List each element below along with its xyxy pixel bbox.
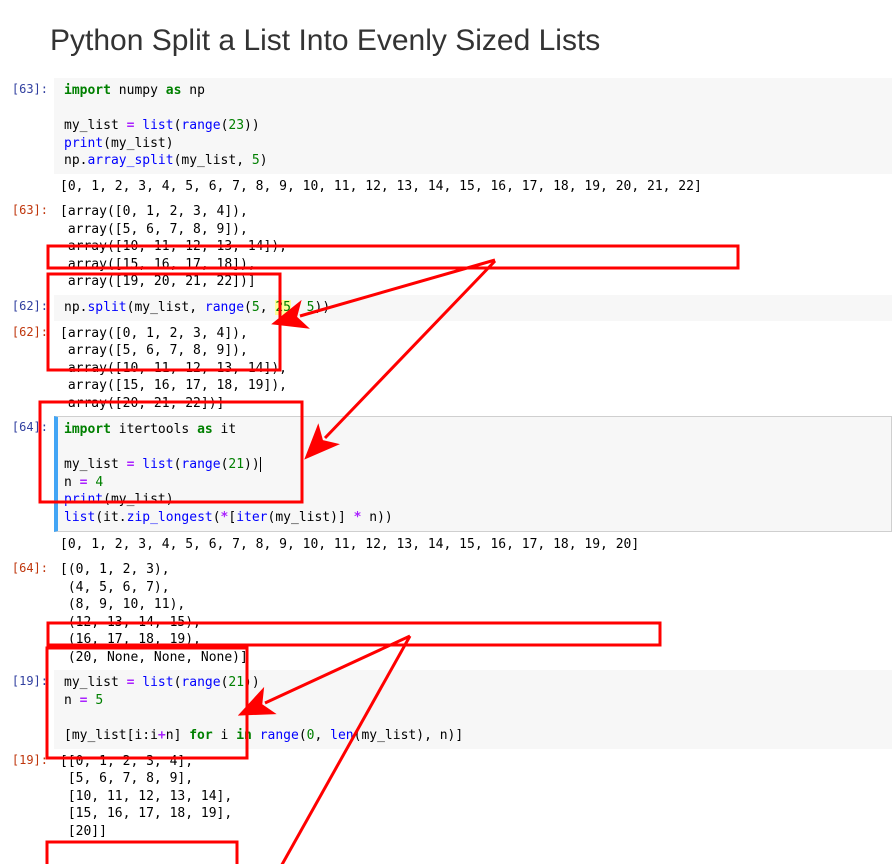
- page-title: Python Split a List Into Evenly Sized Li…: [50, 24, 892, 58]
- code-content[interactable]: np.split(my_list, range(5, 25, 5)): [64, 299, 886, 317]
- result-text: [[0, 1, 2, 3, 4], [5, 6, 7, 8, 9], [10, …: [60, 753, 886, 841]
- stdout-row: [0, 1, 2, 3, 4, 5, 6, 7, 8, 9, 10, 11, 1…: [0, 174, 892, 200]
- stdout-row: [0, 1, 2, 3, 4, 5, 6, 7, 8, 9, 10, 11, 1…: [0, 532, 892, 558]
- input-area[interactable]: my_list = list(range(21)) n = 5 [my_list…: [54, 670, 892, 748]
- input-prompt: [63]:: [0, 78, 54, 96]
- code-content[interactable]: import itertools as it my_list = list(ra…: [64, 421, 885, 526]
- output-prompt: [63]:: [0, 199, 54, 217]
- stdout-area: [0, 1, 2, 3, 4, 5, 6, 7, 8, 9, 10, 11, 1…: [54, 532, 892, 558]
- stdout-text: [0, 1, 2, 3, 4, 5, 6, 7, 8, 9, 10, 11, 1…: [60, 536, 886, 554]
- result-row: [64]: [(0, 1, 2, 3), (4, 5, 6, 7), (8, 9,…: [0, 557, 892, 670]
- result-text: [array([0, 1, 2, 3, 4]), array([5, 6, 7,…: [60, 203, 886, 291]
- output-prompt: [62]:: [0, 321, 54, 339]
- input-prompt: [64]:: [0, 416, 54, 434]
- output-prompt: [19]:: [0, 749, 54, 767]
- input-area[interactable]: import numpy as np my_list = list(range(…: [54, 78, 892, 174]
- result-row: [19]: [[0, 1, 2, 3, 4], [5, 6, 7, 8, 9], …: [0, 749, 892, 845]
- annotation-box: [47, 842, 237, 864]
- input-area[interactable]: np.split(my_list, range(5, 25, 5)): [54, 295, 892, 321]
- code-cell[interactable]: [19]: my_list = list(range(21)) n = 5 [my…: [0, 670, 892, 748]
- result-text: [(0, 1, 2, 3), (4, 5, 6, 7), (8, 9, 10, …: [60, 561, 886, 666]
- notebook: [63]: import numpy as np my_list = list(r…: [0, 78, 892, 844]
- code-cell[interactable]: [64]: import itertools as it my_list = li…: [0, 416, 892, 531]
- result-area: [[0, 1, 2, 3, 4], [5, 6, 7, 8, 9], [10, …: [54, 749, 892, 845]
- input-prompt: [19]:: [0, 670, 54, 688]
- result-area: [(0, 1, 2, 3), (4, 5, 6, 7), (8, 9, 10, …: [54, 557, 892, 670]
- code-cell[interactable]: [63]: import numpy as np my_list = list(r…: [0, 78, 892, 174]
- code-content[interactable]: import numpy as np my_list = list(range(…: [64, 82, 886, 170]
- code-content[interactable]: my_list = list(range(21)) n = 5 [my_list…: [64, 674, 886, 744]
- stdout-area: [0, 1, 2, 3, 4, 5, 6, 7, 8, 9, 10, 11, 1…: [54, 174, 892, 200]
- result-area: [array([0, 1, 2, 3, 4]), array([5, 6, 7,…: [54, 199, 892, 295]
- result-text: [array([0, 1, 2, 3, 4]), array([5, 6, 7,…: [60, 325, 886, 413]
- result-row: [63]: [array([0, 1, 2, 3, 4]), array([5, …: [0, 199, 892, 295]
- result-area: [array([0, 1, 2, 3, 4]), array([5, 6, 7,…: [54, 321, 892, 417]
- result-row: [62]: [array([0, 1, 2, 3, 4]), array([5, …: [0, 321, 892, 417]
- input-prompt: [62]:: [0, 295, 54, 313]
- input-area[interactable]: import itertools as it my_list = list(ra…: [54, 416, 892, 531]
- output-prompt: [64]:: [0, 557, 54, 575]
- code-cell[interactable]: [62]: np.split(my_list, range(5, 25, 5)): [0, 295, 892, 321]
- stdout-text: [0, 1, 2, 3, 4, 5, 6, 7, 8, 9, 10, 11, 1…: [60, 178, 886, 196]
